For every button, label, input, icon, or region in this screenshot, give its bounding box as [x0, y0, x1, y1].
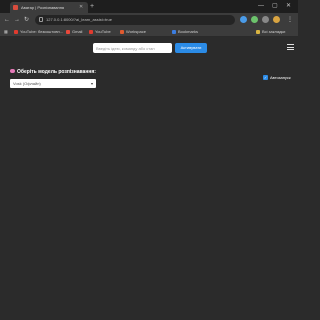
browser-toolbar: ← → ↻ 127.0.0.1:8000/?ai_learn_assist=tr…: [0, 13, 298, 27]
model-select[interactable]: Vosk (Офлайн) ▾: [10, 79, 96, 88]
folder-icon: [256, 29, 260, 34]
search-input[interactable]: [93, 43, 172, 53]
forward-button[interactable]: →: [14, 15, 20, 25]
lock-icon: [39, 17, 43, 22]
tab-strip: Аватар | Розпізнавання ✕ + — ▢ ✕: [0, 0, 298, 13]
apps-grid-icon[interactable]: ▦: [4, 27, 8, 37]
bookmark-item[interactable]: YouTube: безкоштовн...: [14, 27, 63, 37]
bookmark-item[interactable]: Workspace: [120, 27, 146, 37]
model-select-value: Vosk (Офлайн): [13, 81, 41, 86]
tab-title: Аватар | Розпізнавання: [21, 5, 65, 10]
all-bookmarks-label: Всі закладки: [262, 29, 286, 34]
auto-activate-label: Автозапуск: [270, 75, 291, 80]
bookmark-label: YouTube: безкоштовн...: [20, 29, 64, 34]
browser-menu-icon[interactable]: ⋮: [287, 15, 293, 25]
browser-tab[interactable]: Аватар | Розпізнавання ✕: [10, 2, 88, 13]
all-bookmarks-button[interactable]: Всі закладки: [256, 27, 285, 37]
activate-button[interactable]: Активувати: [175, 43, 207, 53]
reload-button[interactable]: ↻: [24, 15, 29, 25]
extensions-puzzle-icon[interactable]: [262, 16, 269, 23]
bookmark-icon: [172, 29, 176, 34]
browser-window: Аватар | Розпізнавання ✕ + — ▢ ✕ ← → ↻ 1…: [0, 0, 298, 320]
bookmark-item[interactable]: YouTube: [89, 27, 111, 37]
model-heading: Оберіть модель розпізнавання:: [10, 69, 96, 75]
model-heading-text: Оберіть модель розпізнавання:: [17, 69, 96, 75]
bookmark-item[interactable]: Bookmarks: [172, 27, 198, 37]
back-button[interactable]: ←: [4, 15, 10, 25]
brain-icon: [10, 69, 15, 73]
new-tab-button[interactable]: +: [90, 2, 94, 11]
minimize-button[interactable]: —: [258, 1, 264, 11]
bookmark-item[interactable]: Gmail: [66, 27, 82, 37]
url-text: 127.0.0.1:8000/?ai_learn_assist=true: [46, 17, 112, 22]
youtube-icon: [14, 29, 18, 34]
bookmark-label: Gmail: [72, 29, 83, 34]
favicon-icon: [13, 5, 18, 10]
extension-icon[interactable]: [251, 16, 258, 23]
bookmark-label: Workspace: [126, 29, 146, 34]
menu-icon[interactable]: [287, 44, 294, 50]
address-bar[interactable]: 127.0.0.1:8000/?ai_learn_assist=true: [35, 15, 235, 25]
auto-activate-checkbox[interactable]: ✓: [263, 75, 268, 80]
tab-close-icon[interactable]: ✕: [79, 3, 83, 12]
maximize-button[interactable]: ▢: [272, 1, 278, 11]
bookmark-label: YouTube: [95, 29, 111, 34]
close-window-button[interactable]: ✕: [286, 1, 291, 11]
bookmarks-bar: ▦ YouTube: безкоштовн... Gmail YouTube W…: [0, 27, 298, 37]
gmail-icon: [66, 29, 70, 34]
page-content: Активувати Оберіть модель розпізнавання:…: [0, 38, 298, 320]
youtube-icon: [89, 29, 93, 34]
profile-avatar-icon[interactable]: [273, 16, 280, 23]
bookmark-icon: [120, 29, 124, 34]
extension-icon[interactable]: [240, 16, 247, 23]
chevron-down-icon: ▾: [90, 81, 93, 86]
bookmark-label: Bookmarks: [178, 29, 199, 34]
